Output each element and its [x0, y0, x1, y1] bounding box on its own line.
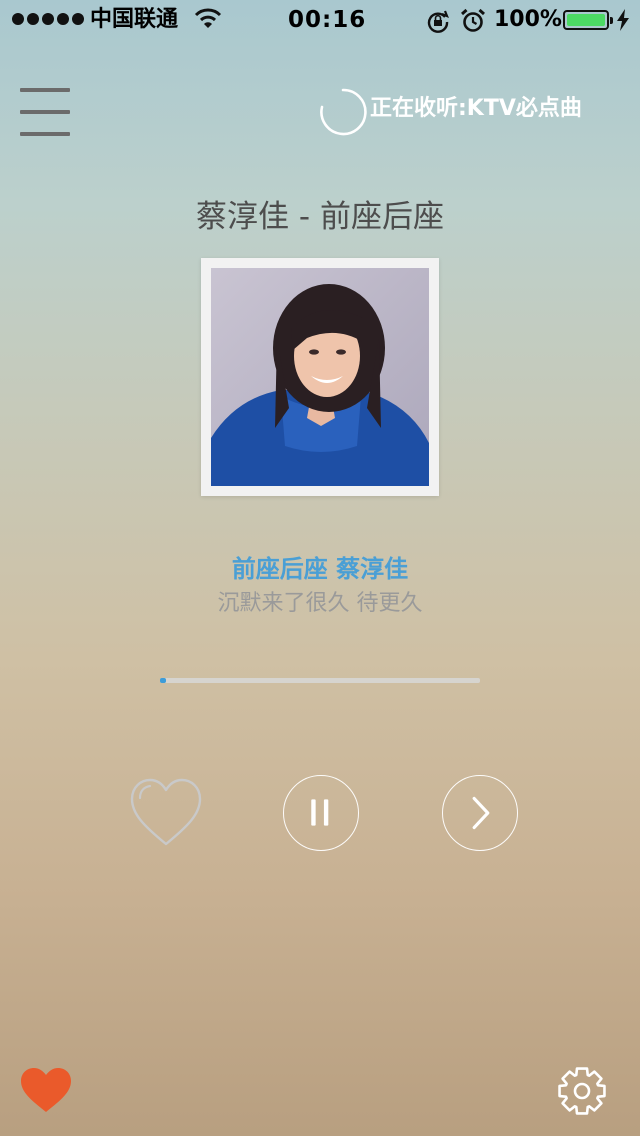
next-track-button[interactable] [442, 775, 518, 851]
signal-dots-icon [12, 13, 84, 25]
playback-progress-bar[interactable] [160, 678, 480, 683]
heart-outline-icon[interactable] [128, 774, 204, 850]
menu-button[interactable] [20, 88, 70, 138]
gear-icon[interactable] [556, 1065, 608, 1117]
battery-level-fill [567, 14, 605, 26]
battery-percent: 100% [494, 7, 562, 32]
status-bar: 中国联通 00:16 100% [0, 0, 640, 40]
song-title: 蔡淳佳 - 前座后座 [196, 199, 444, 235]
heart-filled-icon[interactable] [20, 1066, 72, 1114]
lyric-current-line: 前座后座 蔡淳佳 [231, 555, 409, 583]
rotation-lock-icon [427, 10, 449, 33]
lyric-next-line: 沉默来了很久 待更久 [217, 591, 423, 616]
playback-progress-fill [160, 678, 167, 683]
album-cover-image [211, 268, 429, 486]
menu-icon [20, 88, 70, 92]
status-time: 00:16 [288, 7, 367, 33]
album-cover [201, 258, 439, 496]
charging-bolt-icon [617, 9, 629, 31]
pause-button[interactable] [283, 775, 359, 851]
chevron-right-icon [472, 796, 490, 830]
pause-icon [311, 799, 329, 826]
alarm-icon [461, 8, 485, 32]
wifi-icon [194, 8, 222, 28]
loading-spinner-icon [320, 88, 367, 136]
now-playing-channel[interactable]: 正在收听:KTV必点曲 [370, 93, 582, 125]
carrier-name: 中国联通 [90, 7, 179, 32]
battery-icon [563, 10, 613, 30]
